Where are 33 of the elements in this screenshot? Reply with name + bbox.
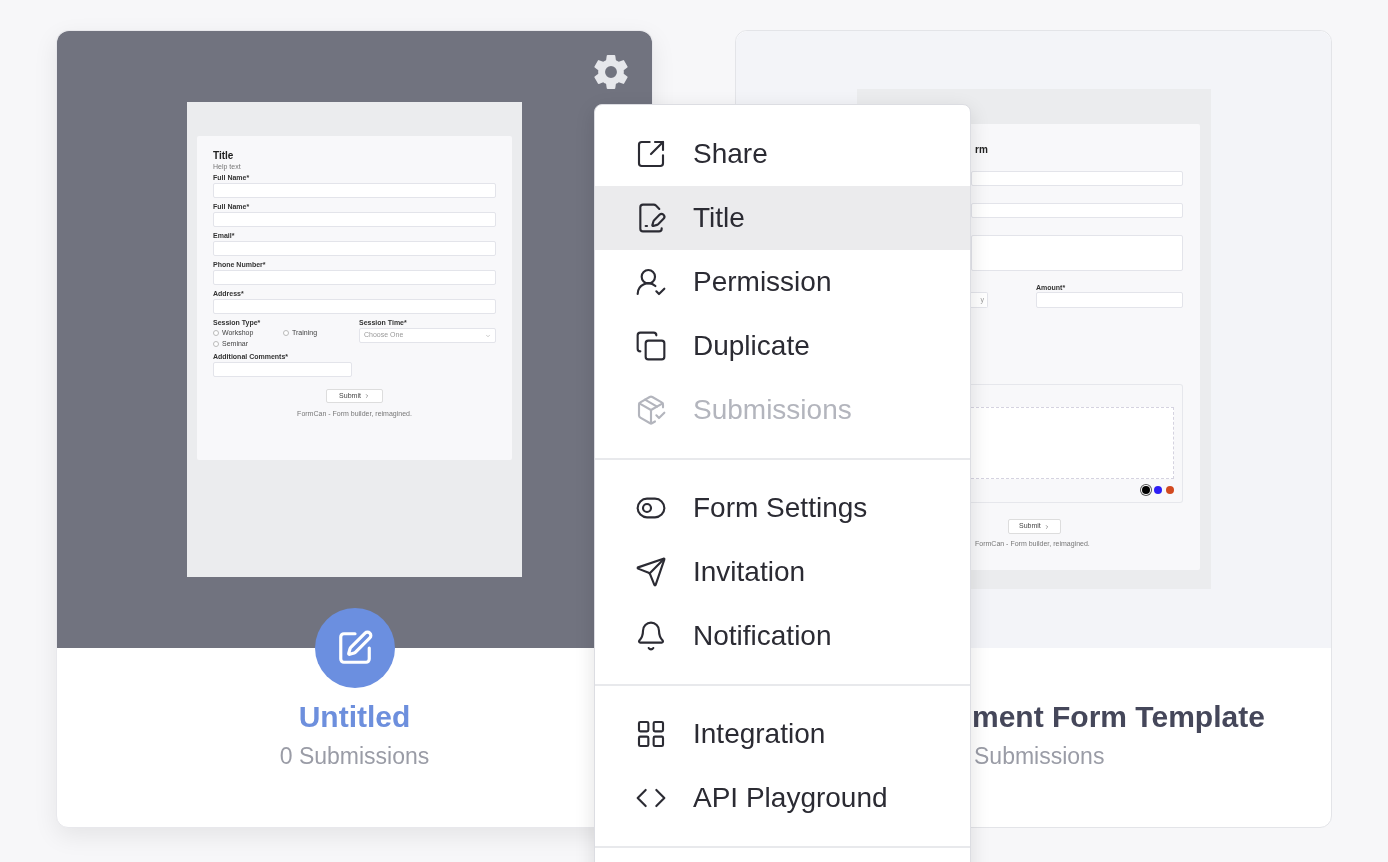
input-field[interactable]	[971, 203, 1183, 218]
form-title: Title	[213, 150, 235, 162]
form-title: rm	[975, 144, 989, 156]
share-icon	[635, 138, 667, 170]
chevron-icon	[485, 332, 491, 339]
form-card[interactable]	[56, 30, 653, 828]
card-title: Untitled	[298, 699, 411, 735]
grid-icon	[635, 718, 667, 750]
input-field[interactable]	[213, 270, 496, 285]
radio-icon[interactable]	[283, 329, 289, 336]
input-field[interactable]	[213, 299, 496, 314]
input-field[interactable]	[213, 212, 496, 227]
chevron-icon	[1043, 523, 1050, 530]
submission-count: Submissions	[973, 742, 1105, 771]
user-check-icon	[635, 266, 667, 298]
radio-icon[interactable]	[213, 329, 219, 336]
bell-icon	[635, 620, 667, 652]
chevron-icon	[363, 393, 370, 399]
textarea-field[interactable]	[971, 235, 1183, 271]
menu-item[interactable]: Title	[595, 186, 970, 250]
input-field[interactable]	[1036, 292, 1183, 308]
card-title: ment Form Template	[972, 699, 1265, 735]
radio-icon[interactable]	[213, 340, 219, 347]
input-field[interactable]	[213, 362, 352, 377]
input-field[interactable]	[971, 171, 1183, 186]
input-field[interactable]	[213, 241, 496, 256]
settings-icon[interactable]	[592, 53, 630, 91]
paper-plane-icon	[635, 556, 667, 588]
box-check-icon	[635, 394, 667, 426]
signature-pad[interactable]	[971, 407, 1174, 479]
input-field[interactable]	[213, 183, 496, 198]
copy-icon	[635, 330, 667, 362]
submission-count: 0 Submissions	[279, 742, 430, 771]
